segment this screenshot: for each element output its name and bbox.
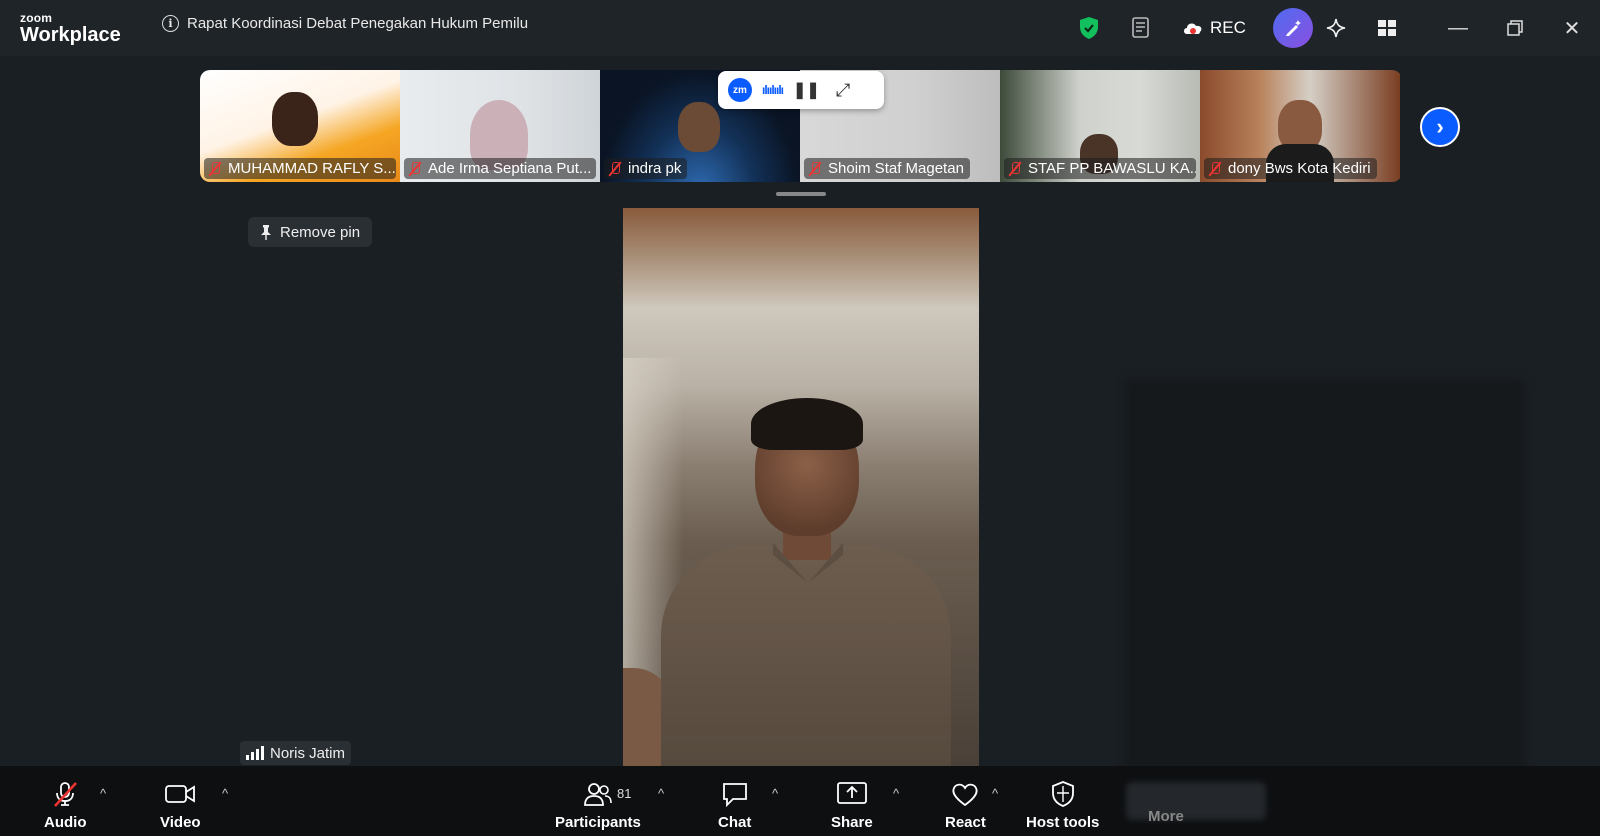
muted-mic-icon — [608, 161, 622, 177]
react-button[interactable]: React — [945, 780, 986, 831]
cloud-record-icon — [1184, 23, 1202, 34]
recording-indicator[interactable]: REC — [1182, 8, 1246, 48]
rec-label: REC — [1210, 18, 1246, 37]
video-hair — [751, 398, 863, 450]
chat-bubble-icon — [721, 780, 749, 808]
share-options-caret-icon[interactable]: ^ — [893, 786, 899, 801]
next-page-button[interactable]: › — [1420, 107, 1460, 147]
minimize-icon[interactable]: — — [1446, 8, 1470, 48]
participant-tile[interactable]: Ade Irma Septiana Put... — [400, 70, 600, 182]
zm-badge: zm — [728, 78, 752, 102]
remove-pin-label: Remove pin — [280, 223, 361, 241]
sparkle-icon[interactable] — [1325, 8, 1347, 48]
host-shield-icon — [1050, 780, 1076, 808]
muted-mic-icon — [408, 161, 422, 177]
participant-name: Ade Irma Septiana Put... — [428, 160, 592, 177]
muted-mic-icon — [808, 161, 822, 177]
participant-name: Shoim Staf Magetan — [828, 160, 964, 177]
host-tools-label: Host tools — [1026, 814, 1100, 831]
participant-name: MUHAMMAD RAFLY S... — [228, 160, 396, 177]
video-camera-icon — [164, 780, 196, 808]
notes-icon[interactable] — [1130, 8, 1152, 48]
pin-icon — [261, 225, 271, 240]
participants-label: Participants — [555, 814, 641, 831]
chat-options-caret-icon[interactable]: ^ — [772, 786, 778, 801]
heart-icon — [950, 780, 980, 808]
pen-sparkle-icon — [1286, 20, 1301, 36]
share-label: Share — [831, 814, 873, 831]
participant-name-tag: Shoim Staf Magetan — [804, 158, 970, 179]
video-options-caret-icon[interactable]: ^ — [222, 786, 228, 801]
meeting-title: Rapat Koordinasi Debat Penegakan Hukum P… — [187, 15, 529, 32]
pause-icon[interactable]: ❚❚ — [793, 80, 820, 100]
ai-companion-button[interactable] — [1273, 8, 1313, 48]
meeting-info[interactable]: i Rapat Koordinasi Debat Penegakan Hukum… — [162, 15, 528, 32]
apps-grid-icon[interactable] — [1377, 8, 1397, 48]
participant-tile[interactable]: STAF PP BAWASLU KA... — [1000, 70, 1200, 182]
active-speaker-name: Noris Jatim — [270, 744, 346, 762]
muted-microphone-icon — [51, 780, 79, 808]
main-speaker-video[interactable] — [623, 208, 979, 766]
participants-icon — [583, 780, 613, 808]
encryption-shield-icon[interactable] — [1078, 8, 1100, 48]
restore-icon[interactable] — [1503, 8, 1527, 48]
participant-tile[interactable]: dony Bws Kota Kediri — [1200, 70, 1400, 182]
expand-icon[interactable]: ⤢ — [836, 80, 850, 101]
audio-options-caret-icon[interactable]: ^ — [100, 786, 106, 801]
remove-pin-button[interactable]: Remove pin — [248, 217, 373, 247]
participant-name: STAF PP BAWASLU KA... — [1028, 160, 1196, 177]
zoom-workplace-logo: zoom Workplace — [20, 12, 121, 45]
more-label: More — [1148, 808, 1184, 825]
muted-mic-icon — [1008, 161, 1022, 177]
participant-name-tag: indra pk — [604, 158, 688, 179]
participant-tile[interactable]: MUHAMMAD RAFLY S... — [200, 70, 400, 182]
signal-bars-icon — [246, 746, 264, 760]
video-label: Video — [160, 814, 201, 831]
blurred-toolbar-region — [1126, 782, 1266, 820]
logo-big-text: Workplace — [20, 24, 121, 46]
audio-label: Audio — [44, 814, 87, 831]
muted-mic-icon — [208, 161, 222, 177]
participant-name: dony Bws Kota Kediri — [1228, 160, 1371, 177]
participant-name: indra pk — [628, 160, 682, 177]
share-button[interactable]: Share — [831, 780, 873, 831]
share-screen-icon — [836, 780, 868, 808]
close-icon[interactable]: ✕ — [1560, 8, 1584, 48]
blurred-region — [1125, 380, 1525, 770]
more-button[interactable]: More — [1148, 808, 1184, 825]
meeting-toolbar — [0, 766, 1600, 836]
audio-button[interactable]: Audio — [44, 780, 87, 831]
strip-resize-handle[interactable] — [776, 192, 826, 196]
participants-options-caret-icon[interactable]: ^ — [658, 786, 664, 801]
video-button[interactable]: Video — [160, 780, 201, 831]
logo-small-text: zoom — [20, 11, 53, 25]
audio-wave-icon: ılıılıılı — [762, 83, 784, 97]
react-label: React — [945, 814, 986, 831]
host-tools-button[interactable]: Host tools — [1026, 780, 1099, 831]
muted-mic-icon — [1208, 161, 1222, 177]
info-icon[interactable]: i — [162, 15, 179, 32]
title-bar: zoom Workplace i Rapat Koordinasi Debat … — [0, 0, 1600, 56]
participant-name-tag: STAF PP BAWASLU KA... — [1004, 158, 1196, 179]
participant-name-tag: dony Bws Kota Kediri — [1204, 158, 1377, 179]
active-speaker-tag: Noris Jatim — [240, 741, 352, 765]
participant-name-tag: MUHAMMAD RAFLY S... — [204, 158, 396, 179]
react-options-caret-icon[interactable]: ^ — [992, 786, 998, 801]
participant-name-tag: Ade Irma Septiana Put... — [404, 158, 596, 179]
video-body — [661, 546, 951, 766]
chat-label: Chat — [718, 814, 752, 831]
participant-count: 81 — [617, 786, 632, 801]
chat-button[interactable]: Chat — [718, 780, 751, 831]
zm-audio-widget[interactable]: zm ılıılıılı ❚❚ ⤢ — [718, 71, 884, 109]
chevron-right-icon: › — [1436, 114, 1444, 139]
